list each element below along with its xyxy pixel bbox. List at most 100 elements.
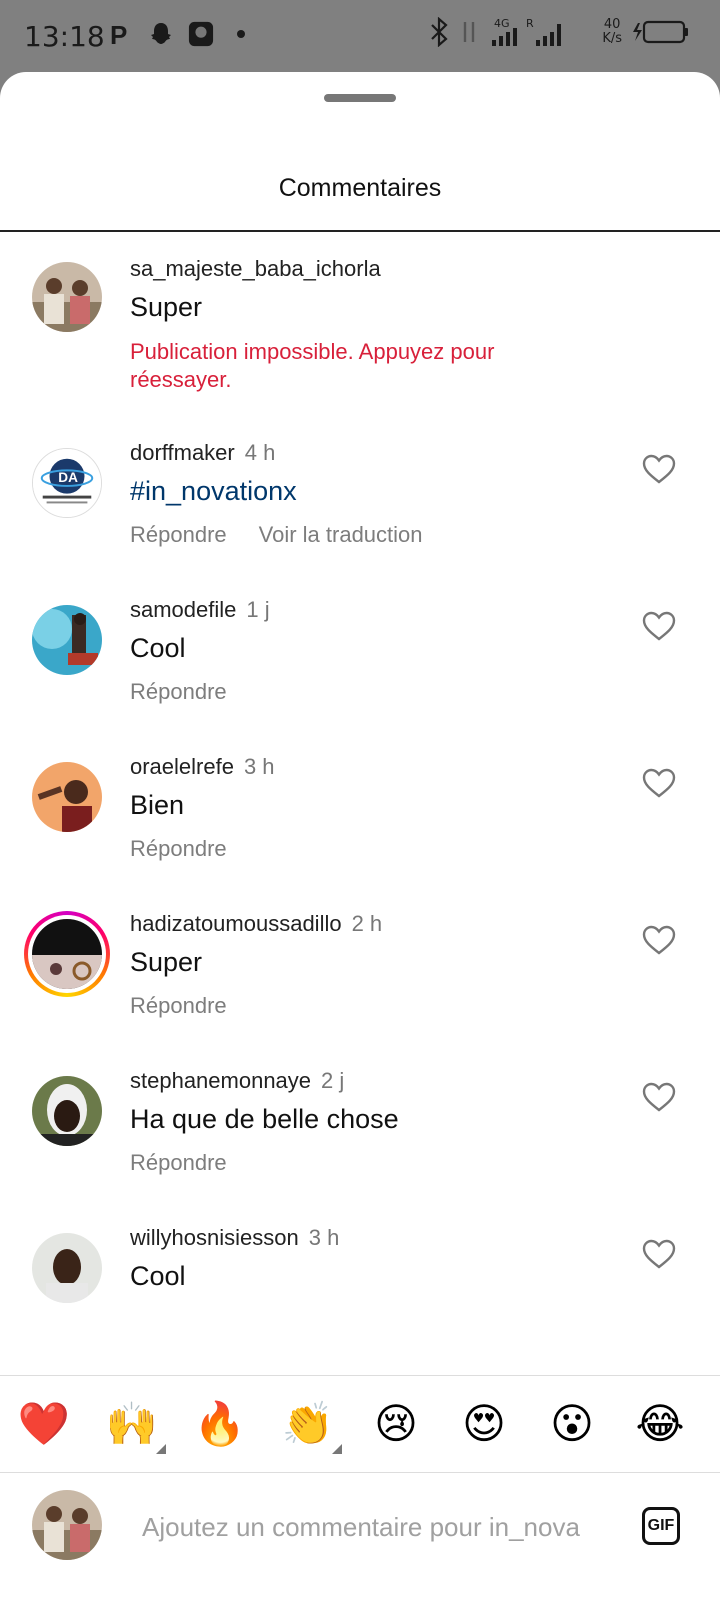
- username-text[interactable]: dorffmaker: [130, 440, 235, 465]
- avatar[interactable]: [32, 605, 102, 675]
- reply-button[interactable]: Répondre: [130, 836, 227, 862]
- network-speed: 40 K/s: [602, 18, 622, 46]
- comment-username[interactable]: samodefile 1 j: [130, 597, 270, 623]
- comment-time: 4 h: [244, 440, 276, 465]
- system-navigation-bar: [0, 1590, 720, 1600]
- comment-actions: Répondre: [130, 679, 227, 705]
- reply-button[interactable]: Répondre: [130, 1150, 227, 1176]
- snapchat-icon: [151, 23, 171, 44]
- comment-item: oraelelrefe 3 h Bien Répondre: [0, 754, 720, 902]
- laughing-reaction-button[interactable]: 😂: [632, 1398, 688, 1450]
- comment-item: willyhosnisiesson 3 h Cool: [0, 1225, 720, 1373]
- avatar[interactable]: [32, 1233, 102, 1303]
- data-transfer-icon: [464, 22, 475, 42]
- skin-tone-indicator-icon: [332, 1444, 342, 1454]
- comment-list[interactable]: sa_majeste_baba_ichorla Super Publicatio…: [0, 232, 720, 1375]
- post-failed-message[interactable]: Publication impossible. Appuyez pour rée…: [130, 338, 590, 394]
- network-speed-value: 40: [603, 17, 621, 32]
- username-text[interactable]: stephanemonnaye: [130, 1068, 311, 1093]
- svg-text:R: R: [526, 17, 534, 30]
- like-heart-icon[interactable]: [642, 454, 676, 484]
- comment-time: 2 j: [321, 1068, 345, 1093]
- username-text[interactable]: oraelelrefe: [130, 754, 234, 779]
- comment-text: Bien: [130, 790, 185, 820]
- username-text[interactable]: samodefile: [130, 597, 236, 622]
- p-app-icon: P: [110, 20, 127, 48]
- heart-eyes-reaction-button[interactable]: 😍: [456, 1398, 512, 1450]
- network-speed-unit: K/s: [602, 31, 622, 46]
- comment-item: sa_majeste_baba_ichorla Super Publicatio…: [0, 256, 720, 412]
- status-time: 13:18: [24, 20, 105, 53]
- skin-tone-indicator-icon: [156, 1444, 166, 1454]
- username-text[interactable]: sa_majeste_baba_ichorla: [130, 256, 381, 281]
- avatar[interactable]: [32, 262, 102, 332]
- bluetooth-icon: [431, 17, 448, 47]
- crying-reaction-button[interactable]: 😢: [368, 1398, 424, 1450]
- surprised-reaction-button[interactable]: 😮: [544, 1398, 600, 1450]
- like-heart-icon[interactable]: [642, 611, 676, 641]
- like-heart-icon[interactable]: [642, 925, 676, 955]
- comment-username[interactable]: willyhosnisiesson 3 h: [130, 1225, 339, 1251]
- reply-button[interactable]: Répondre: [130, 993, 227, 1019]
- clapping-emoji: 👏: [281, 1399, 335, 1448]
- story-ring-avatar[interactable]: [24, 911, 110, 997]
- comment-username[interactable]: stephanemonnaye 2 j: [130, 1068, 344, 1094]
- comment-text: Cool: [130, 633, 186, 663]
- like-heart-icon[interactable]: [642, 1239, 676, 1269]
- comment-item: samodefile 1 j Cool Répondre: [0, 597, 720, 745]
- comment-time: 2 h: [351, 911, 383, 936]
- comment-composer: GIF: [0, 1472, 720, 1582]
- quick-reaction-bar: ❤️ 🙌 🔥 👏 😢 😍 😮 😂: [0, 1375, 720, 1473]
- current-user-avatar: [32, 1490, 102, 1560]
- svg-text:DA: DA: [58, 470, 78, 485]
- raising-hands-reaction-button[interactable]: 🙌: [104, 1398, 166, 1454]
- comment-username[interactable]: oraelelrefe 3 h: [130, 754, 275, 780]
- more-notifications-dot-icon: [237, 30, 245, 38]
- comment-username[interactable]: dorffmaker 4 h: [130, 440, 275, 466]
- like-heart-icon[interactable]: [642, 768, 676, 798]
- comment-text: Cool: [130, 1261, 186, 1291]
- username-text[interactable]: hadizatoumoussadillo: [130, 911, 342, 936]
- gif-button[interactable]: GIF: [642, 1507, 680, 1545]
- like-heart-icon[interactable]: [642, 1082, 676, 1112]
- comment-actions: Répondre Voir la traduction: [130, 522, 423, 548]
- reply-button[interactable]: Répondre: [130, 679, 227, 705]
- app-notification-icon: [188, 21, 214, 47]
- svg-text:P: P: [110, 20, 127, 48]
- system-icons: 4G R 40 K/s: [428, 16, 690, 48]
- comment-item: hadizatoumoussadillo 2 h Super Répondre: [0, 911, 720, 1059]
- comments-sheet: Commentaires sa_majeste_baba_ichorla Sup…: [0, 72, 720, 1600]
- battery-charging-icon: [633, 20, 688, 44]
- sheet-drag-handle[interactable]: [324, 94, 396, 102]
- comment-text: Super: [130, 947, 203, 977]
- comment-time: 3 h: [308, 1225, 340, 1250]
- username-text[interactable]: willyhosnisiesson: [130, 1225, 299, 1250]
- see-translation-button[interactable]: Voir la traduction: [259, 522, 423, 548]
- reply-button[interactable]: Répondre: [130, 522, 227, 548]
- comment-username[interactable]: sa_majeste_baba_ichorla: [130, 256, 381, 282]
- comment-actions: Répondre: [130, 836, 227, 862]
- comment-text: Ha que de belle chose: [130, 1104, 399, 1134]
- raising-hands-emoji: 🙌: [105, 1399, 159, 1448]
- sheet-title: Commentaires: [278, 174, 442, 202]
- notification-icons: P: [108, 20, 254, 48]
- comment-text: Super: [130, 292, 203, 322]
- fire-reaction-button[interactable]: 🔥: [192, 1398, 248, 1450]
- avatar[interactable]: DA: [32, 448, 102, 518]
- svg-text:4G: 4G: [494, 17, 510, 30]
- avatar[interactable]: [32, 1076, 102, 1146]
- clapping-reaction-button[interactable]: 👏: [280, 1398, 342, 1454]
- comment-actions: Répondre: [130, 993, 227, 1019]
- signal-strength-icon: 4G R: [492, 17, 562, 46]
- avatar[interactable]: [32, 762, 102, 832]
- heart-reaction-button[interactable]: ❤️: [16, 1398, 72, 1450]
- comment-username[interactable]: hadizatoumoussadillo 2 h: [130, 911, 382, 937]
- comment-input[interactable]: [140, 1506, 614, 1548]
- hashtag-link[interactable]: #in_novationx: [130, 476, 297, 507]
- comment-actions: Répondre: [130, 1150, 227, 1176]
- comment-time: 1 j: [246, 597, 270, 622]
- status-bar: 13:18 P 4G R 40 K/s: [0, 0, 720, 72]
- comment-item: stephanemonnaye 2 j Ha que de belle chose…: [0, 1068, 720, 1216]
- comment-time: 3 h: [243, 754, 275, 779]
- comment-item: DA dorffmaker 4 h #in_novationx Répondre …: [0, 440, 720, 588]
